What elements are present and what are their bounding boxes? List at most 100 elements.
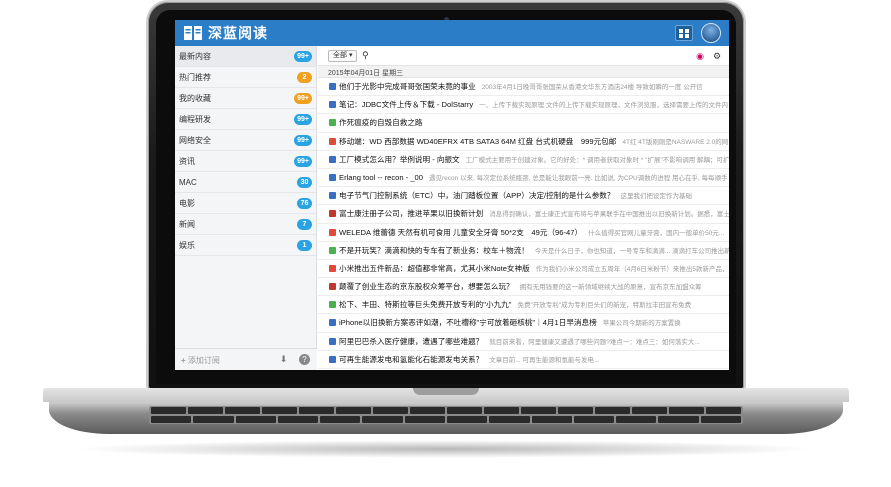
feed-favicon-icon bbox=[329, 101, 336, 109]
grid-view-button[interactable] bbox=[675, 25, 693, 41]
laptop-shadow bbox=[70, 440, 820, 458]
unread-count-badge: 2 bbox=[297, 72, 312, 83]
gear-icon[interactable]: ⚙ bbox=[712, 51, 722, 61]
feed-favicon-icon bbox=[329, 355, 336, 363]
article-title: WELEDA 维蕾德 天然有机可食用 儿童安全牙膏 50*2支 49元（96-4… bbox=[339, 227, 724, 238]
article-title-text: 电子节气门控制系统（ETC）中，油门踏板位置（APP）决定/控制的是什么参数？ bbox=[339, 191, 615, 201]
unread-count-badge: 99+ bbox=[294, 135, 312, 146]
article-row[interactable]: 富士康注册子公司，推进苹果以旧换新计划 消息得到确认，富士康正式宣布将与苹果联手在… bbox=[318, 205, 729, 224]
sidebar-item[interactable]: 最新内容 99+ bbox=[175, 46, 316, 67]
sidebar-item-label: 网络安全 bbox=[179, 135, 211, 145]
sidebar-item[interactable]: 编程研发 99+ bbox=[175, 109, 316, 130]
article-title-text: iPhone以旧换新方案恶评如潮，不吐槽称"宁可放着砸核桃"｜4月1日早消息榜 bbox=[339, 318, 597, 328]
article-row[interactable]: 不是开玩笑？滴滴和快的专车有了新业务：校车＋物流！ 今天是什么日子，你也知道，一号… bbox=[318, 242, 729, 260]
article-title-text: 移动端：WD 西部数据 WD40EFRX 4TB SATA3 64M 红盘 台式… bbox=[339, 136, 617, 146]
article-row[interactable]: 作死瘟疫的自毁自救之路 bbox=[318, 114, 729, 133]
article-title-text: 可再生能源发电和氢能化石能源发电关系？ bbox=[339, 354, 484, 364]
sidebar-item-label: 娱乐 bbox=[179, 240, 195, 250]
article-row[interactable]: 电子节气门控制系统（ETC）中，油门踏板位置（APP）决定/控制的是什么参数？ 这… bbox=[318, 187, 729, 206]
unread-count-badge: 99+ bbox=[294, 114, 312, 125]
sidebar-item-label: 电影 bbox=[179, 198, 195, 208]
article-snippet: 2003年4月1日晚哥哥张国荣从香港文华东方酒店24楼 导致如瞬的一度 公开信 bbox=[481, 84, 703, 91]
article-row[interactable]: 工厂模式怎么用？举例说明 - 向振文 工厂模式主要用于创建对象。它的好处：* 调用… bbox=[318, 151, 729, 169]
feed-favicon-icon bbox=[329, 228, 336, 236]
article-row[interactable]: 移动端：WD 西部数据 WD40EFRX 4TB SATA3 64M 红盘 台式… bbox=[318, 133, 729, 151]
article-row[interactable]: 笔记：JDBC文件上传＆下载 - DolStarry 一、上传下载实现原理 文件的… bbox=[318, 96, 729, 115]
article-title: 可再生能源发电和氢能化石能源发电关系？ 文章目前... 可再生能源和氢能与发电..… bbox=[339, 354, 599, 365]
sidebar-item[interactable]: MAC 30 bbox=[175, 172, 316, 193]
article-title-text: 作死瘟疫的自毁自救之路 bbox=[339, 118, 423, 128]
article-title: 笔记：JDBC文件上传＆下载 - DolStarry 一、上传下载实现原理 文件的… bbox=[339, 99, 728, 110]
feed-favicon-icon bbox=[329, 264, 336, 272]
article-title: 工厂模式怎么用？举例说明 - 向振文 工厂模式主要用于创建对象。它的好处：* 调用… bbox=[339, 154, 729, 165]
sidebar-item-label: 我的收藏 bbox=[179, 93, 211, 103]
article-row[interactable]: iPhone以旧换新方案恶评如潮，不吐槽称"宁可放着砸核桃"｜4月1日早消息榜苹… bbox=[318, 314, 729, 333]
unread-count-badge: 99+ bbox=[294, 51, 312, 62]
unread-count-badge: 1 bbox=[297, 240, 312, 251]
date-header: 2015年04月01日 星期三 bbox=[318, 66, 729, 78]
date-label: 2015年04月01日 星期三 bbox=[328, 70, 404, 77]
article-title-text: WELEDA 维蕾德 天然有机可食用 儿童安全牙膏 50*2支 49元（96-4… bbox=[339, 227, 583, 237]
keyboard bbox=[149, 406, 743, 424]
filter-dropdown[interactable]: 全部 ▾ bbox=[328, 50, 358, 62]
unread-count-badge: 7 bbox=[297, 219, 312, 230]
sidebar-item[interactable]: 新闻 7 bbox=[175, 214, 316, 235]
article-row[interactable]: 松下、丰田、特斯拉等巨头免费开放专利的"小九九" 免费"开放专利"成为专利巨头们的… bbox=[318, 296, 729, 315]
feed-favicon-icon bbox=[329, 337, 336, 345]
article-row[interactable]: WELEDA 维蕾德 天然有机可食用 儿童安全牙膏 50*2支 49元（96-4… bbox=[318, 224, 729, 242]
article-snippet: 这里我们把设定作为基础 bbox=[620, 193, 693, 201]
plus-icon: + bbox=[181, 356, 186, 365]
unread-count-badge: 99+ bbox=[294, 156, 312, 167]
app-title: 深蓝阅读 bbox=[208, 25, 268, 41]
article-row[interactable]: Erlang tool -- recon - _00 遇见recon 以来, 每次… bbox=[318, 169, 729, 188]
feed-favicon-icon bbox=[329, 83, 336, 90]
feed-favicon-icon bbox=[329, 246, 336, 254]
article-snippet: 什么值得买官网儿童牙膏，国内一般单价50元... bbox=[588, 229, 725, 237]
article-snippet: 拥有无用钱要的这一新领域继续大战的原意，宣布京东加盟众筹 bbox=[519, 284, 702, 292]
article-snippet: 文章目前... 可再生能源和氢能与发电... bbox=[489, 356, 600, 364]
sidebar-item[interactable]: 娱乐 1 bbox=[175, 235, 316, 256]
article-row[interactable]: 小米推出五件新品：超值都非常高，尤其小米Note女神版 作为我们小米公司成立五周年… bbox=[318, 260, 729, 279]
article-toolbar: 全部 ▾ ⚲ ◉ ⚙ bbox=[318, 46, 729, 66]
sidebar-item[interactable]: 资讯 99+ bbox=[175, 151, 316, 172]
article-title: 他们于光影中完成哥哥张国荣未竟的事业 2003年4月1日晚哥哥张国荣从香港文华东方… bbox=[339, 81, 703, 92]
article-title-text: 阿里巴巴杀入医疗健康，遭遇了哪些难题？ bbox=[339, 336, 484, 346]
article-row[interactable]: 颠覆了创业生态的京东股权众筹平台，想要怎么玩？ 拥有无用钱要的这一新领域继续大战的… bbox=[318, 278, 729, 297]
feed-favicon-icon bbox=[329, 301, 336, 309]
article-title-text: 他们于光影中完成哥哥张国荣未竟的事业 bbox=[339, 82, 476, 91]
article-row[interactable]: 阿里巴巴杀入医疗健康，遭遇了哪些难题？ 就目前来看，阿里健康又遭遇了哪些问题?难点… bbox=[318, 333, 729, 351]
feed-favicon-icon bbox=[329, 319, 336, 327]
unread-count-badge: 30 bbox=[297, 177, 312, 188]
category-list: 最新内容 99+ 热门推荐 2 我的收藏 99+ 编程研发 99+ 网络安全 99+ 资讯 99+ MA… bbox=[175, 46, 316, 256]
article-list: 他们于光影中完成哥哥张国荣未竟的事业 2003年4月1日晚哥哥张国荣从香港文华东方… bbox=[318, 78, 729, 369]
article-title: 阿里巴巴杀入医疗健康，遭遇了哪些难题？ 就目前来看，阿里健康又遭遇了哪些问题?难点… bbox=[339, 336, 700, 347]
sidebar-item[interactable]: 我的收藏 99+ bbox=[175, 88, 316, 109]
laptop-base-body bbox=[49, 402, 843, 434]
download-icon[interactable]: ⬇ bbox=[278, 354, 289, 365]
article-title: Erlang tool -- recon - _00 遇见recon 以来, 每次… bbox=[339, 172, 728, 182]
feed-favicon-icon bbox=[329, 155, 336, 163]
help-icon[interactable]: ? bbox=[299, 354, 310, 365]
article-snippet: 就目前来看，阿里健康又遭遇了哪些问题?难点一：难点三：如何落实大... bbox=[489, 338, 700, 346]
article-row[interactable]: 可再生能源发电和氢能化石能源发电关系？ 文章目前... 可再生能源和氢能与发电..… bbox=[318, 351, 729, 369]
article-row[interactable]: 他们于光影中完成哥哥张国荣未竟的事业 2003年4月1日晚哥哥张国荣从香港文华东方… bbox=[318, 78, 729, 97]
user-avatar[interactable] bbox=[701, 23, 721, 43]
article-title-text: 富士康注册子公司，推进苹果以旧换新计划 bbox=[339, 209, 484, 219]
article-title-text: 颠覆了创业生态的京东股权众筹平台，想要怎么玩？ bbox=[339, 282, 514, 292]
feed-favicon-icon bbox=[329, 137, 336, 145]
article-title: 松下、丰田、特斯拉等巨头免费开放专利的"小九九" 免费"开放专利"成为专利巨头们的… bbox=[339, 299, 691, 310]
article-title: 富士康注册子公司，推进苹果以旧换新计划 消息得到确认，富士康正式宣布将与苹果联手在… bbox=[339, 208, 729, 219]
sidebar-item[interactable]: 电影 76 bbox=[175, 193, 316, 214]
sidebar-item[interactable]: 热门推荐 2 bbox=[175, 67, 316, 88]
search-icon[interactable]: ⚲ bbox=[362, 50, 369, 61]
article-title-text: 小米推出五件新品：超值都非常高，尤其小米Note女神版 bbox=[339, 263, 530, 273]
article-snippet: 遇见recon 以来, 每次定位系统瓶颈, 总是能让我眼前一亮. 比如说, 为C… bbox=[429, 174, 728, 182]
article-title-text: 松下、丰田、特斯拉等巨头免费开放专利的"小九九" bbox=[339, 300, 512, 310]
sidebar-item[interactable]: 网络安全 99+ bbox=[175, 130, 316, 151]
laptop-notch bbox=[413, 388, 479, 395]
add-subscription-button[interactable]: + 添加订阅 bbox=[181, 355, 220, 366]
article-snippet: 作为我们小米公司成立五周年（4月6日米粉节）来推出5款新产品，包括小米 bbox=[535, 265, 729, 273]
article-snippet: 今天是什么日子，你也知道，一号专车和滴滴... 滴滴打车公司推出新"物品运送" bbox=[534, 247, 729, 255]
article-snippet: 4T红 4T版刚刚是NASWARE 2.0的网 bbox=[622, 138, 729, 146]
article-snippet: 一、上传下载实现原理 文件的上传下载实现原理，文件浏览服，选择需要上传的文件内 bbox=[479, 102, 728, 110]
